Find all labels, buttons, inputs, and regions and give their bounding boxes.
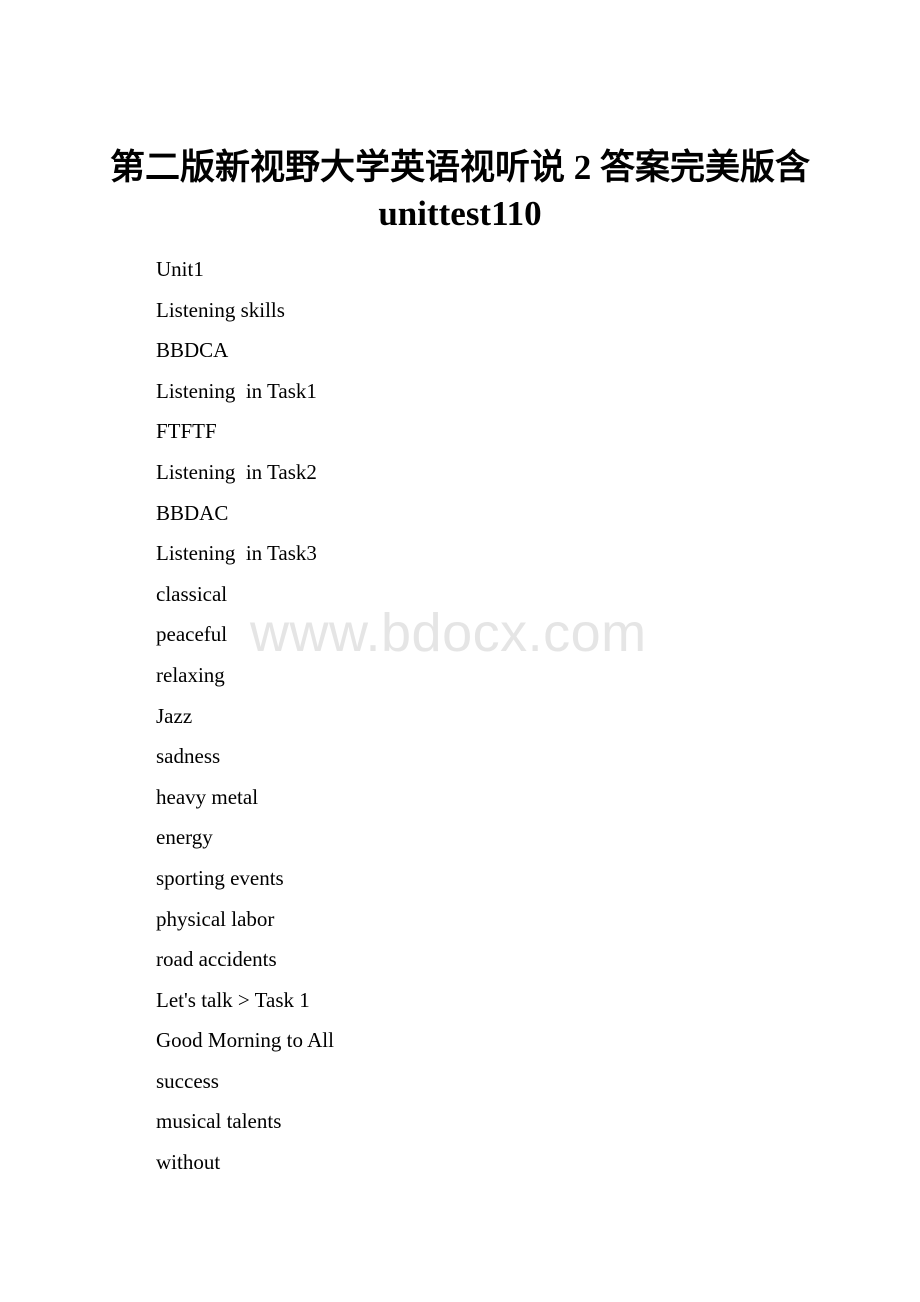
document-title-line-1: 第二版新视野大学英语视听说 2 答案完美版含 bbox=[109, 148, 810, 187]
answer-line: relaxing bbox=[156, 662, 225, 687]
answer-line: peaceful bbox=[156, 622, 228, 647]
answer-line: success bbox=[156, 1068, 219, 1093]
section-heading: Listening skills bbox=[156, 297, 285, 322]
document-body: Unit1 Listening skills BBDCA Listening i… bbox=[156, 249, 836, 1183]
answer-line: heavy metal bbox=[156, 784, 259, 809]
section-heading: Listening in Task3 bbox=[156, 541, 317, 566]
document-title: 第二版新视野大学英语视听说 2 答案完美版含 unittest110 bbox=[0, 145, 920, 237]
answer-line: without bbox=[156, 1150, 221, 1175]
answer-line: road accidents bbox=[156, 947, 277, 972]
answer-line: energy bbox=[156, 825, 213, 850]
section-heading: Let's talk > Task 1 bbox=[156, 987, 310, 1012]
unit-heading: Unit1 bbox=[156, 257, 204, 281]
answer-line: BBDAC bbox=[156, 500, 229, 525]
answer-line: Good Morning to All bbox=[156, 1028, 334, 1053]
answer-line: FTFTF bbox=[156, 419, 217, 444]
answer-line: Jazz bbox=[156, 703, 193, 728]
answer-line: BBDCA bbox=[156, 338, 229, 363]
answer-line: physical labor bbox=[156, 906, 275, 931]
document-title-line-2: unittest110 bbox=[378, 194, 542, 233]
section-heading: Listening in Task2 bbox=[156, 459, 317, 484]
answer-line: sporting events bbox=[156, 865, 284, 890]
section-heading: Listening in Task1 bbox=[156, 378, 317, 403]
answer-line: sadness bbox=[156, 744, 221, 769]
answer-line: musical talents bbox=[156, 1109, 282, 1134]
answer-line: classical bbox=[156, 581, 228, 606]
